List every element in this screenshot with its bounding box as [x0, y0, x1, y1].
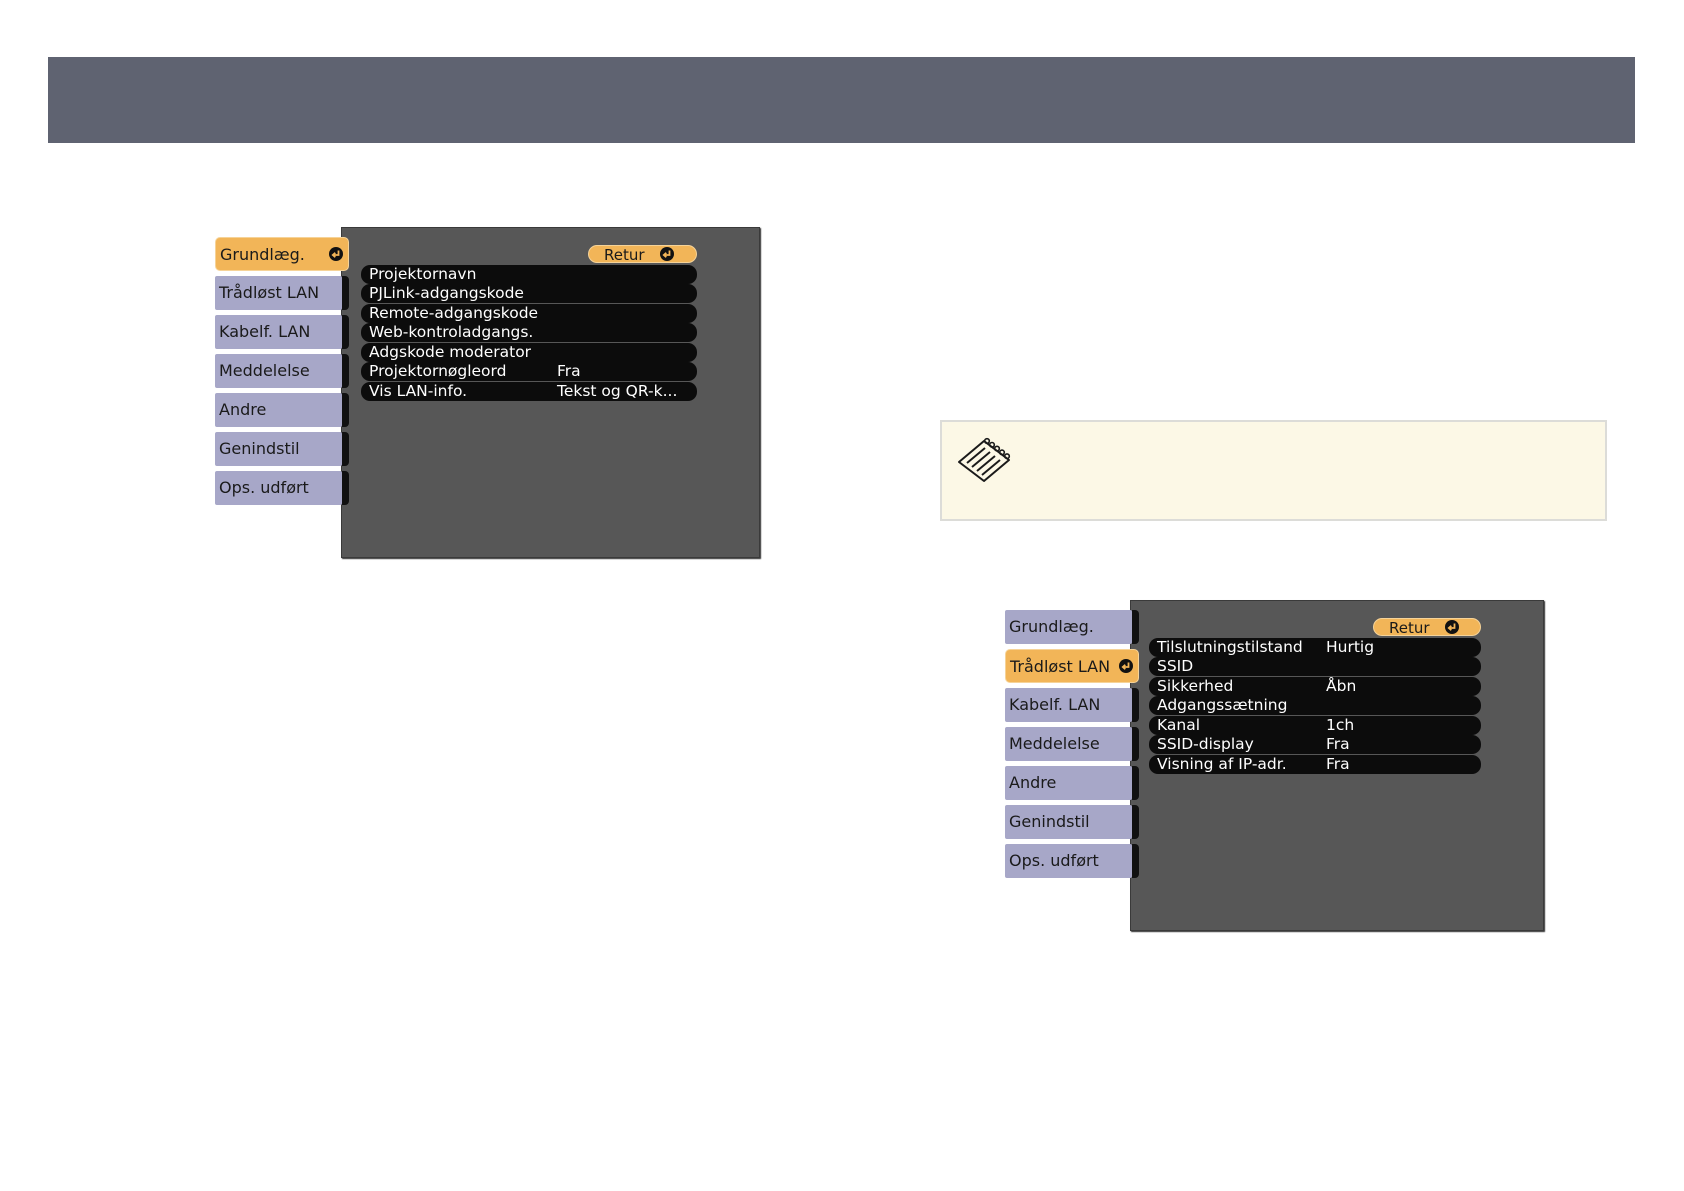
setting-row-channel[interactable]: Kanal 1ch: [1149, 716, 1481, 735]
sidebar-item-label: Trådløst LAN: [1010, 657, 1111, 676]
setting-row-connection-mode[interactable]: Tilslutningstilstand Hurtig: [1149, 638, 1481, 657]
sidebar-tab: [342, 471, 349, 505]
header-band: [48, 57, 1635, 143]
notepad-icon: [956, 436, 1014, 490]
sidebar-item-wireless-lan[interactable]: Trådløst LAN: [1005, 649, 1139, 683]
setting-row-ssid[interactable]: SSID: [1149, 657, 1481, 676]
sidebar-item-label: Meddelelse: [1009, 734, 1100, 753]
sidebar-item-other[interactable]: Andre: [215, 393, 342, 427]
enter-icon: [1119, 659, 1133, 673]
setting-label: Remote-adgangskode: [369, 304, 539, 322]
sidebar-item-label: Genindstil: [219, 439, 300, 458]
setting-value: Tekst og QR-k...: [557, 382, 678, 400]
setting-label: Vis LAN-info.: [369, 382, 468, 400]
sidebar-tab: [1132, 688, 1139, 722]
setting-value: Fra: [557, 362, 581, 380]
sidebar-item-reset[interactable]: Genindstil: [1005, 805, 1132, 839]
sidebar-item-other[interactable]: Andre: [1005, 766, 1132, 800]
sidebar-item-wireless-lan[interactable]: Trådløst LAN: [215, 276, 342, 310]
setting-value: Fra: [1326, 735, 1350, 753]
note-box: [940, 420, 1607, 521]
sidebar-item-label: Ops. udført: [1009, 851, 1099, 870]
setting-label: Kanal: [1157, 716, 1201, 734]
setting-label: Visning af IP-adr.: [1157, 755, 1287, 773]
setting-label: Web-kontroladgangs.: [369, 323, 534, 341]
setting-value: Åbn: [1326, 677, 1357, 695]
sidebar-tab: [1132, 805, 1139, 839]
sidebar-tab: [1132, 727, 1139, 761]
setting-row-ssid-display[interactable]: SSID-display Fra: [1149, 735, 1481, 754]
sidebar-item-notification[interactable]: Meddelelse: [215, 354, 342, 388]
sidebar-tab: [342, 276, 349, 310]
setting-row-show-lan-info[interactable]: Vis LAN-info. Tekst og QR-k...: [361, 382, 697, 401]
sidebar-tab: [1132, 766, 1139, 800]
setting-row-ip-display[interactable]: Visning af IP-adr. Fra: [1149, 755, 1481, 774]
retur-button[interactable]: Retur: [1373, 618, 1481, 637]
sidebar-item-label: Genindstil: [1009, 812, 1090, 831]
sidebar-tab: [342, 393, 349, 427]
enter-icon: [660, 247, 674, 261]
retur-button[interactable]: Retur: [588, 245, 697, 264]
sidebar-item-setup-complete[interactable]: Ops. udført: [1005, 844, 1132, 878]
setting-row-projector-name[interactable]: Projektornavn: [361, 265, 697, 284]
setting-row-passphrase[interactable]: Adgangssætning: [1149, 696, 1481, 715]
setting-row-remote-password[interactable]: Remote-adgangskode: [361, 304, 697, 323]
enter-icon: [1445, 620, 1459, 634]
setting-row-moderator-password[interactable]: Adgskode moderator: [361, 343, 697, 362]
setting-value: Fra: [1326, 755, 1350, 773]
setting-label: PJLink-adgangskode: [369, 284, 524, 302]
retur-label: Retur: [604, 246, 645, 264]
sidebar-item-label: Kabelf. LAN: [219, 322, 311, 341]
setting-label: Tilslutningstilstand: [1157, 638, 1303, 656]
sidebar-item-label: Ops. udført: [219, 478, 309, 497]
setting-label: Sikkerhed: [1157, 677, 1234, 695]
sidebar-item-label: Andre: [1009, 773, 1057, 792]
setting-row-security[interactable]: Sikkerhed Åbn: [1149, 677, 1481, 696]
sidebar-item-label: Grundlæg.: [220, 245, 305, 264]
sidebar-item-label: Meddelelse: [219, 361, 310, 380]
setting-label: Projektornøgleord: [369, 362, 507, 380]
setting-value: Hurtig: [1326, 638, 1375, 656]
sidebar-item-setup-complete[interactable]: Ops. udført: [215, 471, 342, 505]
sidebar-item-label: Trådløst LAN: [219, 283, 320, 302]
sidebar-tab: [342, 315, 349, 349]
setting-label: Adgangssætning: [1157, 696, 1288, 714]
setting-row-web-control-password[interactable]: Web-kontroladgangs.: [361, 323, 697, 342]
sidebar-item-label: Kabelf. LAN: [1009, 695, 1101, 714]
sidebar-item-label: Grundlæg.: [1009, 617, 1094, 636]
setting-row-projector-keyword[interactable]: Projektornøgleord Fra: [361, 362, 697, 381]
sidebar-item-notification[interactable]: Meddelelse: [1005, 727, 1132, 761]
sidebar-item-label: Andre: [219, 400, 267, 419]
setting-row-pjlink-password[interactable]: PJLink-adgangskode: [361, 284, 697, 303]
setting-label: SSID-display: [1157, 735, 1254, 753]
sidebar-item-grundlaeg[interactable]: Grundlæg.: [1005, 610, 1132, 644]
sidebar-tab: [342, 432, 349, 466]
enter-icon: [329, 247, 343, 261]
setting-label: SSID: [1157, 657, 1194, 675]
setting-value: 1ch: [1326, 716, 1355, 734]
sidebar-item-wired-lan[interactable]: Kabelf. LAN: [1005, 688, 1132, 722]
retur-label: Retur: [1389, 619, 1430, 637]
sidebar-item-wired-lan[interactable]: Kabelf. LAN: [215, 315, 342, 349]
setting-label: Projektornavn: [369, 265, 477, 283]
sidebar-item-grundlaeg[interactable]: Grundlæg.: [215, 237, 349, 271]
sidebar-tab: [342, 354, 349, 388]
sidebar-tab: [1132, 610, 1139, 644]
sidebar-item-reset[interactable]: Genindstil: [215, 432, 342, 466]
sidebar-tab: [1132, 844, 1139, 878]
setting-label: Adgskode moderator: [369, 343, 532, 361]
